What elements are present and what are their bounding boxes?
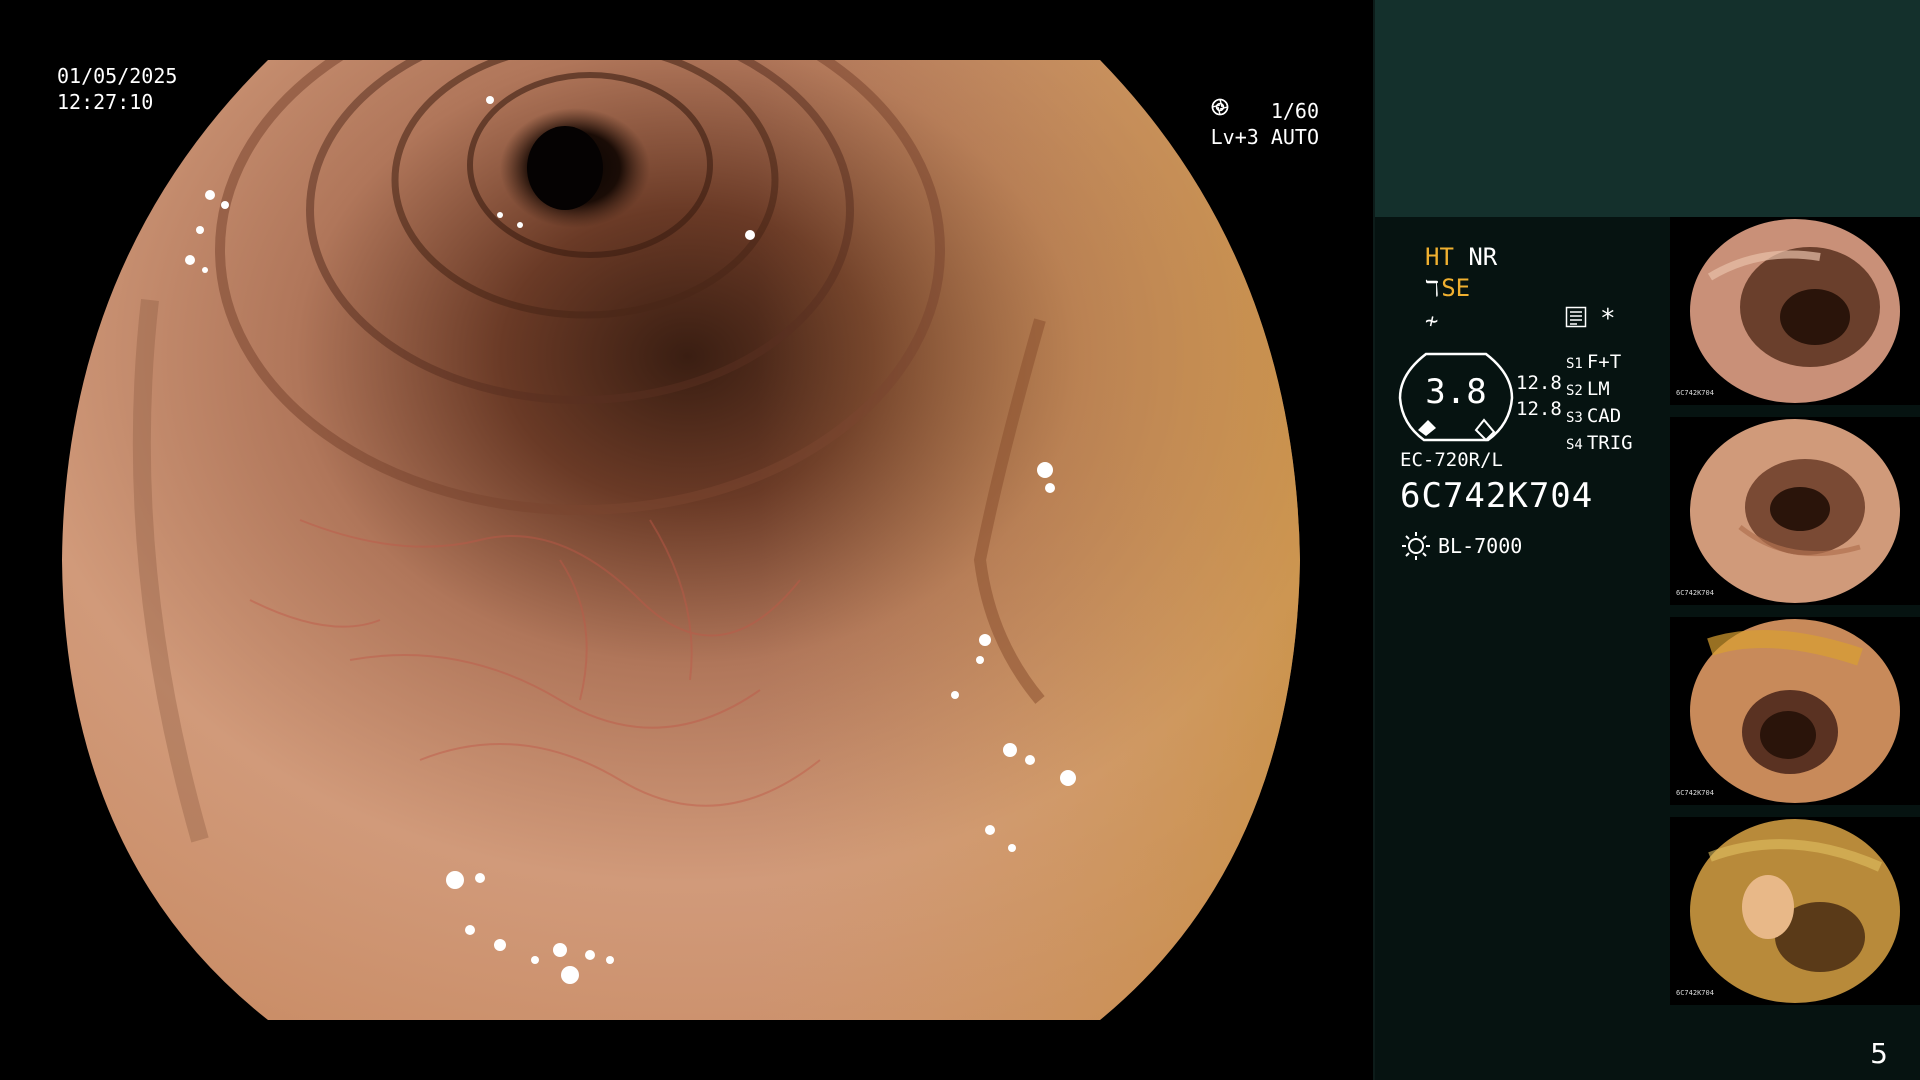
slot-row: S1 F+T xyxy=(1566,351,1622,373)
captured-thumbnail[interactable]: 6C742K704 xyxy=(1670,417,1920,605)
scope-serial: 6C742K704 xyxy=(1400,476,1594,516)
enhancement-icon: ℸ xyxy=(1425,277,1440,302)
endoscope-image xyxy=(62,60,1300,1020)
light-source: BL-7000 xyxy=(1400,530,1522,562)
live-endoscope-view: 01/05/2025 12:27:10 1/60 Lv+3 AUTO xyxy=(0,0,1375,1080)
mode-ht: HT xyxy=(1425,243,1454,271)
thumbnail-label: 6C742K704 xyxy=(1676,989,1714,997)
mode-nr: NR xyxy=(1468,243,1498,271)
gauge-value: 3.8 xyxy=(1425,372,1487,412)
scale-bottom: 12.8 xyxy=(1516,398,1562,420)
level-text: Lv+3 AUTO xyxy=(1210,125,1319,149)
settings-menu-icon[interactable] xyxy=(1565,306,1587,328)
captured-thumbnail[interactable]: 6C742K704 xyxy=(1670,217,1920,405)
mode-se: SE xyxy=(1441,274,1471,302)
endoscopy-screen: 01/05/2025 12:27:10 1/60 Lv+3 AUTO HT NR… xyxy=(0,0,1920,1080)
scale-readout: 12.8 12.8 xyxy=(1516,370,1562,422)
scale-top: 12.8 xyxy=(1516,372,1562,394)
light-bulb-icon xyxy=(1402,532,1430,560)
exposure-readout: 1/60 Lv+3 AUTO xyxy=(1211,98,1319,150)
asterisk-indicator: * xyxy=(1600,304,1616,334)
image-mode-status: HT NR ℸSE ≁ xyxy=(1425,242,1497,337)
date-time-readout: 01/05/2025 12:27:10 xyxy=(57,63,177,115)
slot-row: S2 LM xyxy=(1566,378,1610,400)
auto-iris-icon xyxy=(1211,98,1228,116)
shutter-text: 1/60 xyxy=(1270,99,1319,123)
thumbnail-label: 6C742K704 xyxy=(1676,589,1714,597)
thumbnail-label: 6C742K704 xyxy=(1676,389,1714,397)
side-panel-header xyxy=(1375,0,1920,217)
slot-row: S3 CAD xyxy=(1566,405,1622,427)
slot-row: S4 TRIG xyxy=(1566,432,1633,454)
switch-assignments: S1 F+T S2 LM S3 CAD S4 TRIG xyxy=(1566,350,1633,458)
captured-thumbnail[interactable]: 6C742K704 xyxy=(1670,817,1920,1005)
page-number: 5 xyxy=(1870,1037,1888,1070)
scope-model: EC-720R/L xyxy=(1400,449,1503,471)
date-text: 01/05/2025 xyxy=(57,64,178,88)
time-text: 12:27:10 xyxy=(57,90,154,114)
freeze-off-icon: ≁ xyxy=(1425,309,1439,334)
light-source-text: BL-7000 xyxy=(1438,534,1523,558)
thumbnail-label: 6C742K704 xyxy=(1676,789,1714,797)
captured-thumbnail[interactable]: 6C742K704 xyxy=(1670,617,1920,805)
